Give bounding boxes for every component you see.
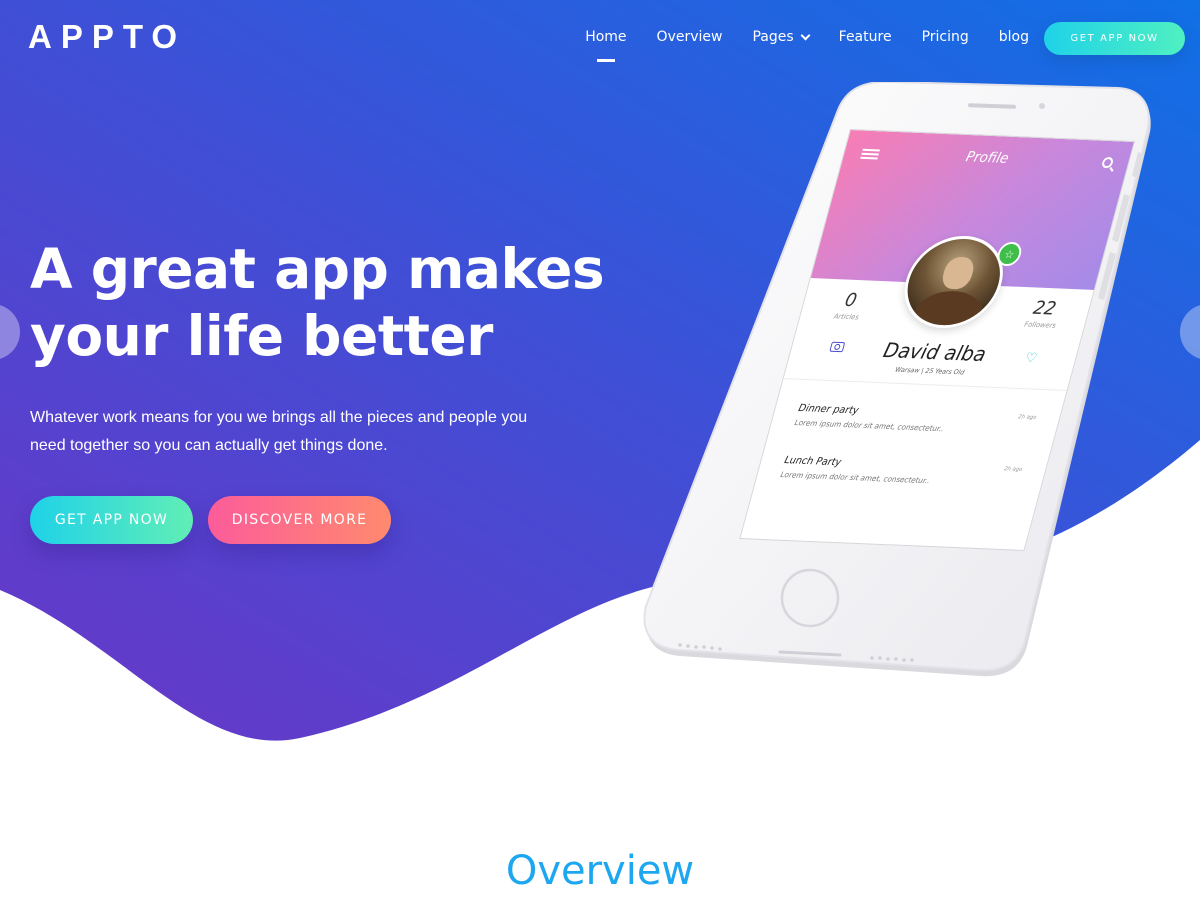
screen-title: Profile <box>964 149 1011 167</box>
hero-title-line: A great app makes <box>30 237 605 301</box>
hero-title-line: your life better <box>30 304 493 368</box>
nav-item-label: Pricing <box>921 29 969 45</box>
nav-item-pages[interactable]: Pages <box>752 29 811 45</box>
discover-more-button[interactable]: DISCOVER MORE <box>208 496 391 544</box>
feed-item[interactable]: Dinner party Lorem ipsum dolor sit amet,… <box>794 403 1047 437</box>
feed-item[interactable]: Lunch Party Lorem ipsum dolor sit amet, … <box>780 455 1033 489</box>
feed-time: 2h ago <box>1003 466 1023 473</box>
get-app-now-button[interactable]: GET APP NOW <box>30 496 193 544</box>
divider <box>783 378 1069 392</box>
nav-item-label: Feature <box>838 29 892 45</box>
hero-subtitle-line: need together so you can actually get th… <box>30 437 388 454</box>
nav-item-pricing[interactable]: Pricing <box>922 29 969 45</box>
phone-mockup: Profile 0 Articles 22 Followers ☆ ♡ Davi… <box>640 82 1160 682</box>
feed-time: 2h ago <box>1017 414 1037 421</box>
profile-location: Warsaw <box>894 365 921 375</box>
nav-item-label: blog <box>998 29 1029 45</box>
nav-get-app-button[interactable]: GET APP NOW <box>1044 22 1185 55</box>
nav-item-overview[interactable]: Overview <box>657 29 723 45</box>
stat-value: 22 <box>1030 297 1059 320</box>
nav-item-label: Home <box>585 29 627 45</box>
nav-item-blog[interactable]: blog <box>999 29 1029 45</box>
stat-label: Followers <box>1023 320 1057 330</box>
stat-followers: 22 Followers <box>1011 297 1076 330</box>
hero-title: A great app makes your life better <box>30 236 630 370</box>
nav-item-feature[interactable]: Feature <box>839 29 892 45</box>
hero-subtitle: Whatever work means for you we brings al… <box>30 404 600 460</box>
profile-age: 25 Years Old <box>924 366 966 377</box>
stat-label: Articles <box>832 312 860 322</box>
hero-subtitle-line: Whatever work means for you we brings al… <box>30 409 528 426</box>
navbar: APPTO Home Overview Pages Feature Pricin… <box>0 0 1200 76</box>
main-menu: Home Overview Pages Feature Pricing blog <box>585 29 1029 62</box>
section-title-overview: Overview <box>505 848 695 894</box>
stat-articles: 0 Articles <box>817 289 882 322</box>
nav-item-home[interactable]: Home <box>585 29 627 62</box>
nav-item-label: Pages <box>752 29 794 45</box>
nav-item-label: Overview <box>656 29 723 45</box>
stat-value: 0 <box>842 289 860 312</box>
logo[interactable]: APPTO <box>28 18 186 56</box>
chevron-down-icon <box>800 30 811 40</box>
